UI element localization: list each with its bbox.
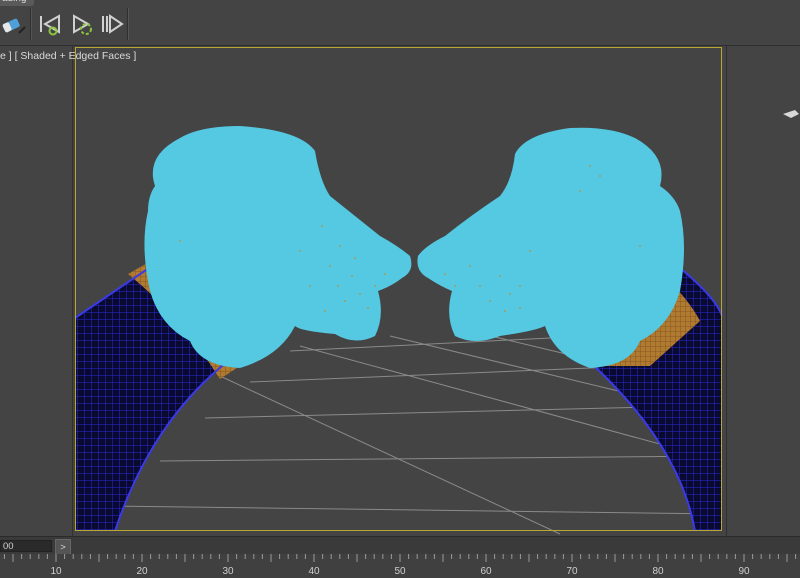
ruler-label: 90: [738, 566, 750, 577]
menu-tab[interactable]: ading: [0, 0, 34, 6]
active-viewport-frame[interactable]: [75, 47, 722, 531]
viewport-area[interactable]: e ] [ Shaded + Edged Faces ]: [0, 46, 800, 536]
ruler-label: 80: [652, 566, 664, 577]
skip-start-icon: [40, 14, 60, 36]
go-to-start-button[interactable]: [36, 10, 64, 38]
main-toolbar: ading: [0, 0, 800, 46]
next-key-icon: [102, 14, 124, 34]
next-key-button[interactable]: [98, 10, 126, 38]
viewport-label[interactable]: e ] [ Shaded + Edged Faces ]: [0, 50, 136, 62]
ruler-label: 30: [222, 566, 234, 577]
play-button[interactable]: [68, 10, 96, 38]
ruler-label: 40: [308, 566, 320, 577]
ruler-label: 10: [50, 566, 62, 577]
toolbar-separator: [30, 8, 32, 40]
play-loop-icon: [73, 14, 92, 35]
ruler-label: 50: [394, 566, 406, 577]
toolbar-separator: [127, 8, 129, 40]
eraser-icon: [2, 18, 26, 34]
next-frame-button[interactable]: >: [55, 539, 71, 555]
ruler-label: 60: [480, 566, 492, 577]
eraser-button[interactable]: [0, 10, 28, 38]
time-slider-bar: 00 >: [0, 536, 800, 555]
track-bar[interactable]: 10 20 30 40 50 60 70 80 90: [0, 554, 800, 578]
menu-tab-label: ading: [2, 0, 26, 4]
ruler-label: 70: [566, 566, 578, 577]
frame-field[interactable]: 00: [0, 540, 52, 552]
ruler-label: 20: [136, 566, 148, 577]
